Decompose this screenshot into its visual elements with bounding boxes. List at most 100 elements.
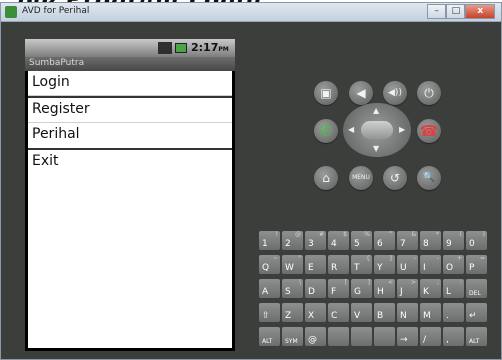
key-5[interactable]: 5% [351, 231, 372, 250]
key-label: G [354, 287, 361, 297]
key-h[interactable]: H < [374, 279, 395, 298]
menu-item-register[interactable]: Register [28, 98, 232, 123]
key-alt-label: " [298, 255, 301, 262]
key-label: F [331, 287, 337, 297]
key-label: R [331, 263, 338, 273]
power-button[interactable]: ⏻ [417, 81, 441, 105]
key-,[interactable]: , [443, 327, 464, 346]
key-r[interactable]: R [328, 255, 349, 274]
key-/[interactable]: / [420, 327, 441, 346]
key-2[interactable]: 2 @ [282, 231, 303, 250]
key-t[interactable]: T{ [351, 255, 372, 274]
key-n[interactable]: N [397, 303, 418, 322]
search-button[interactable]: 🔍 [417, 166, 441, 190]
key-label: M [423, 311, 431, 321]
dpad-right-icon[interactable]: ▶ [399, 125, 405, 134]
key-l[interactable]: L: [443, 279, 464, 298]
key-b[interactable]: B [374, 303, 395, 322]
key-alt-label: - [436, 255, 439, 262]
dpad[interactable]: ▲ ▼ ◀ ▶ [343, 103, 411, 157]
key-8[interactable]: 8 * [420, 231, 441, 250]
status-bar: 2:17PM [25, 39, 235, 57]
key-z[interactable]: Z [282, 303, 303, 322]
emulator-app-icon [5, 6, 17, 18]
close-button[interactable]: x [465, 4, 495, 19]
key-x[interactable]: X [305, 303, 326, 322]
volume-down-button[interactable]: ◀ [349, 81, 373, 105]
menu-button[interactable]: MENU [349, 166, 373, 190]
key-alt-label: { [366, 255, 370, 262]
key-y[interactable]: Y} [374, 255, 395, 274]
key-label: 9 [446, 239, 452, 249]
key-v[interactable]: V [351, 303, 372, 322]
key-9[interactable]: 9( [443, 231, 464, 250]
key-1[interactable]: 1! [259, 231, 280, 250]
key-m[interactable]: M [420, 303, 441, 322]
key-0[interactable]: 0) [466, 231, 487, 250]
menu-item-login[interactable]: Login [28, 71, 232, 96]
key-label: Q [262, 263, 270, 273]
key-alt-label: ( [459, 231, 462, 238]
key-alt[interactable]: ALT [259, 327, 280, 346]
space-key[interactable] [328, 327, 349, 346]
key-e[interactable]: E [305, 255, 326, 274]
key-sym[interactable]: SYM [282, 327, 303, 346]
key-a[interactable]: A [259, 279, 280, 298]
menu-item-exit[interactable]: Exit [28, 150, 232, 175]
key-label: V [354, 311, 361, 321]
key-3[interactable]: 3 # [305, 231, 326, 250]
key-alt-label: @ [295, 231, 301, 238]
key-s[interactable]: S \ [282, 279, 303, 298]
key-d[interactable]: D [305, 279, 326, 298]
key-o[interactable]: O + [443, 255, 464, 274]
key-label: B [377, 311, 384, 321]
tab-key[interactable]: → [397, 327, 418, 346]
key-f[interactable]: F[ [328, 279, 349, 298]
camera-icon: ▣ [320, 86, 332, 100]
key-@[interactable]: @ [305, 327, 326, 346]
key-w[interactable]: W " [282, 255, 303, 274]
key-q[interactable]: Q ~ [259, 255, 280, 274]
key-c[interactable]: C [328, 303, 349, 322]
dpad-up-icon[interactable]: ▲ [373, 106, 379, 115]
key-6[interactable]: 6 ^ [374, 231, 395, 250]
camera-button[interactable]: ▣ [314, 81, 338, 105]
key-alt[interactable]: ALT [466, 327, 487, 346]
key-.[interactable]: . [443, 303, 464, 322]
key-label: H [377, 287, 384, 297]
key-label: O [446, 263, 454, 273]
key-label: . [446, 311, 449, 321]
minimize-button[interactable]: – [427, 4, 447, 19]
delete-key[interactable]: DEL [466, 279, 487, 298]
key-label: L [446, 287, 452, 297]
key-k[interactable]: K; [420, 279, 441, 298]
enter-key[interactable]: ↵ [466, 303, 487, 322]
call-icon: ✆ [319, 122, 333, 140]
key-label: E [308, 263, 314, 273]
key-4[interactable]: 4 $ [328, 231, 349, 250]
home-button[interactable]: ⌂ [314, 166, 338, 190]
back-button[interactable]: ↺ [383, 166, 407, 190]
window-controls: – □ x [427, 4, 495, 19]
dpad-center-button[interactable] [361, 121, 393, 139]
key-7[interactable]: 7 & [397, 231, 418, 250]
maximize-button[interactable]: □ [446, 4, 466, 19]
key-p[interactable]: P = [466, 255, 487, 274]
space-key[interactable] [374, 327, 395, 346]
phone-screen: 2:17PM SumbaPutra Login Register Perihal… [25, 39, 235, 351]
key-label: 1 [262, 239, 268, 249]
end-call-button[interactable]: ☎ [417, 119, 441, 143]
key-j[interactable]: J > [397, 279, 418, 298]
emulator-window: AVD for Perihal – □ x 2:17PM SumbaPutra … [0, 2, 502, 360]
call-button[interactable]: ✆ [314, 119, 338, 143]
key-alt-label: - [413, 255, 416, 262]
shift-key[interactable]: ⇧ [259, 303, 280, 322]
space-key[interactable] [351, 327, 372, 346]
key-i[interactable]: I- [420, 255, 441, 274]
key-g[interactable]: G] [351, 279, 372, 298]
menu-item-perihal[interactable]: Perihal [28, 123, 232, 148]
dpad-down-icon[interactable]: ▼ [373, 144, 379, 153]
dpad-left-icon[interactable]: ◀ [348, 125, 354, 134]
key-u[interactable]: U- [397, 255, 418, 274]
volume-up-button[interactable]: ◀)) [383, 81, 407, 105]
